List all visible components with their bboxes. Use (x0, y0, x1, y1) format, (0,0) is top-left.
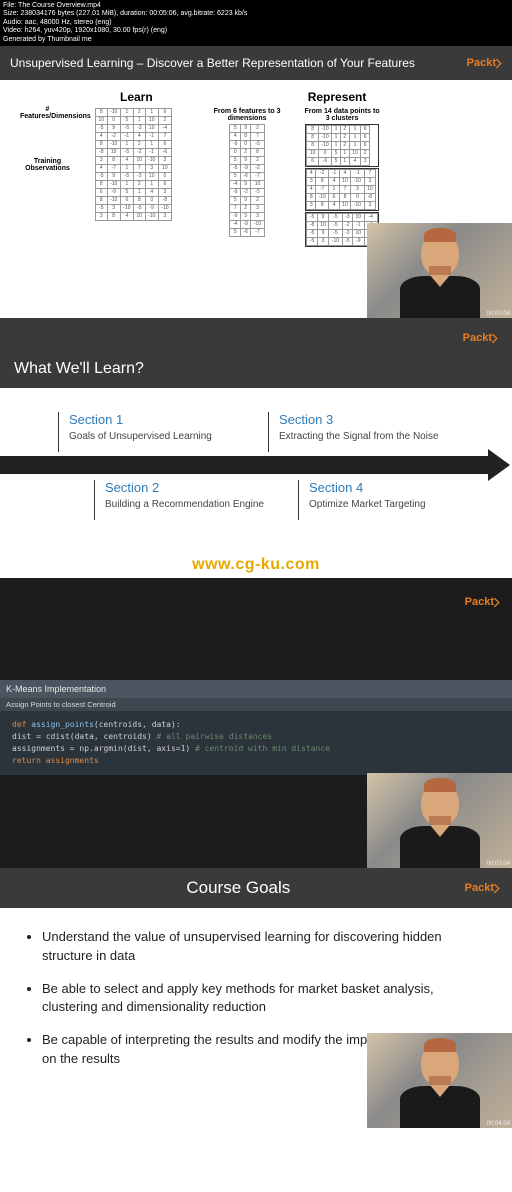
code-body: def assign_points(centroids, data): dist… (0, 711, 512, 775)
features-label: # Features/Dimensions (20, 106, 75, 120)
section1-title: Section 1 (58, 412, 268, 431)
goal-item: Be able to select and apply key methods … (42, 980, 488, 1018)
meta-audio: Audio: aac, 48000 Hz, stereo (eng) (3, 19, 509, 27)
slide1-header: Unsupervised Learning – Discover a Bette… (0, 46, 512, 80)
goal-item: Understand the value of unsupervised lea… (42, 928, 488, 966)
section2-title: Section 2 (94, 480, 284, 499)
presenter-webcam: 00:03:04 (367, 773, 512, 868)
slide2-heading: What We'll Learn? (14, 360, 498, 378)
presenter-webcam: 00:04:04 (367, 1033, 512, 1128)
section3-title: Section 3 (268, 412, 478, 431)
meta-generator: Generated by Thumbnail me (3, 36, 509, 44)
slide-4: Course Goals Packt Understand the value … (0, 868, 512, 1128)
code-subheader: Assign Points to closest Centroid (0, 698, 512, 711)
learn-label: Learn (120, 90, 153, 104)
represent-label: Represent (308, 90, 367, 104)
section4-desc: Optimize Market Targeting (298, 499, 488, 520)
right-caption: From 14 data points to 3 clusters (302, 108, 382, 122)
timeline-arrow (0, 456, 498, 474)
timestamp: 00:04:04 (487, 1121, 510, 1127)
presenter-webcam: 00:00:04 (367, 223, 512, 318)
meta-video: Video: h264, yuv420p, 1920x1080, 30.00 f… (3, 27, 509, 35)
meta-size: Size: 238034176 bytes (227.01 MiB), dura… (3, 10, 509, 18)
slide-2: Packt What We'll Learn? Section 1 Goals … (0, 318, 512, 578)
watermark: www.cg-ku.com (192, 556, 320, 574)
dim-reduce-table: 592487-90-5028592-5-9-25-6-7-4910-9-2-55… (229, 124, 264, 237)
packt-logo: Packt (465, 596, 500, 608)
slide1-title: Unsupervised Learning – Discover a Bette… (10, 56, 415, 70)
section1-desc: Goals of Unsupervised Learning (58, 431, 268, 452)
observations-label: Training Observations (20, 158, 75, 172)
mid-caption: From 6 features to 3 dimensions (212, 108, 282, 122)
section4-title: Section 4 (298, 480, 488, 499)
packt-logo: Packt (463, 332, 498, 344)
slide1-body: Learn Represent # Features/Dimensions Tr… (0, 80, 512, 318)
slide4-header: Course Goals Packt (0, 868, 512, 908)
code-header: K-Means Implementation (0, 680, 512, 698)
section2-desc: Building a Recommendation Engine (94, 499, 284, 520)
slide2-header: Packt What We'll Learn? (0, 318, 512, 388)
slide4-title: Course Goals (12, 878, 465, 898)
timestamp: 00:03:04 (487, 861, 510, 867)
video-metadata-overlay: File: The Course Overview.mp4 Size: 2380… (0, 0, 512, 46)
timestamp: 00:00:04 (487, 311, 510, 317)
packt-logo: Packt (465, 882, 500, 894)
meta-file: File: The Course Overview.mp4 (3, 2, 509, 10)
packt-logo: Packt (467, 57, 502, 69)
slide-1: Unsupervised Learning – Discover a Bette… (0, 46, 512, 318)
learn-table: 8-10121610051102-59-5-310-44-2-14-178-10… (95, 108, 172, 221)
section3-desc: Extracting the Signal from the Noise (268, 431, 478, 452)
slide-3: Packt K-Means Implementation Assign Poin… (0, 578, 512, 868)
